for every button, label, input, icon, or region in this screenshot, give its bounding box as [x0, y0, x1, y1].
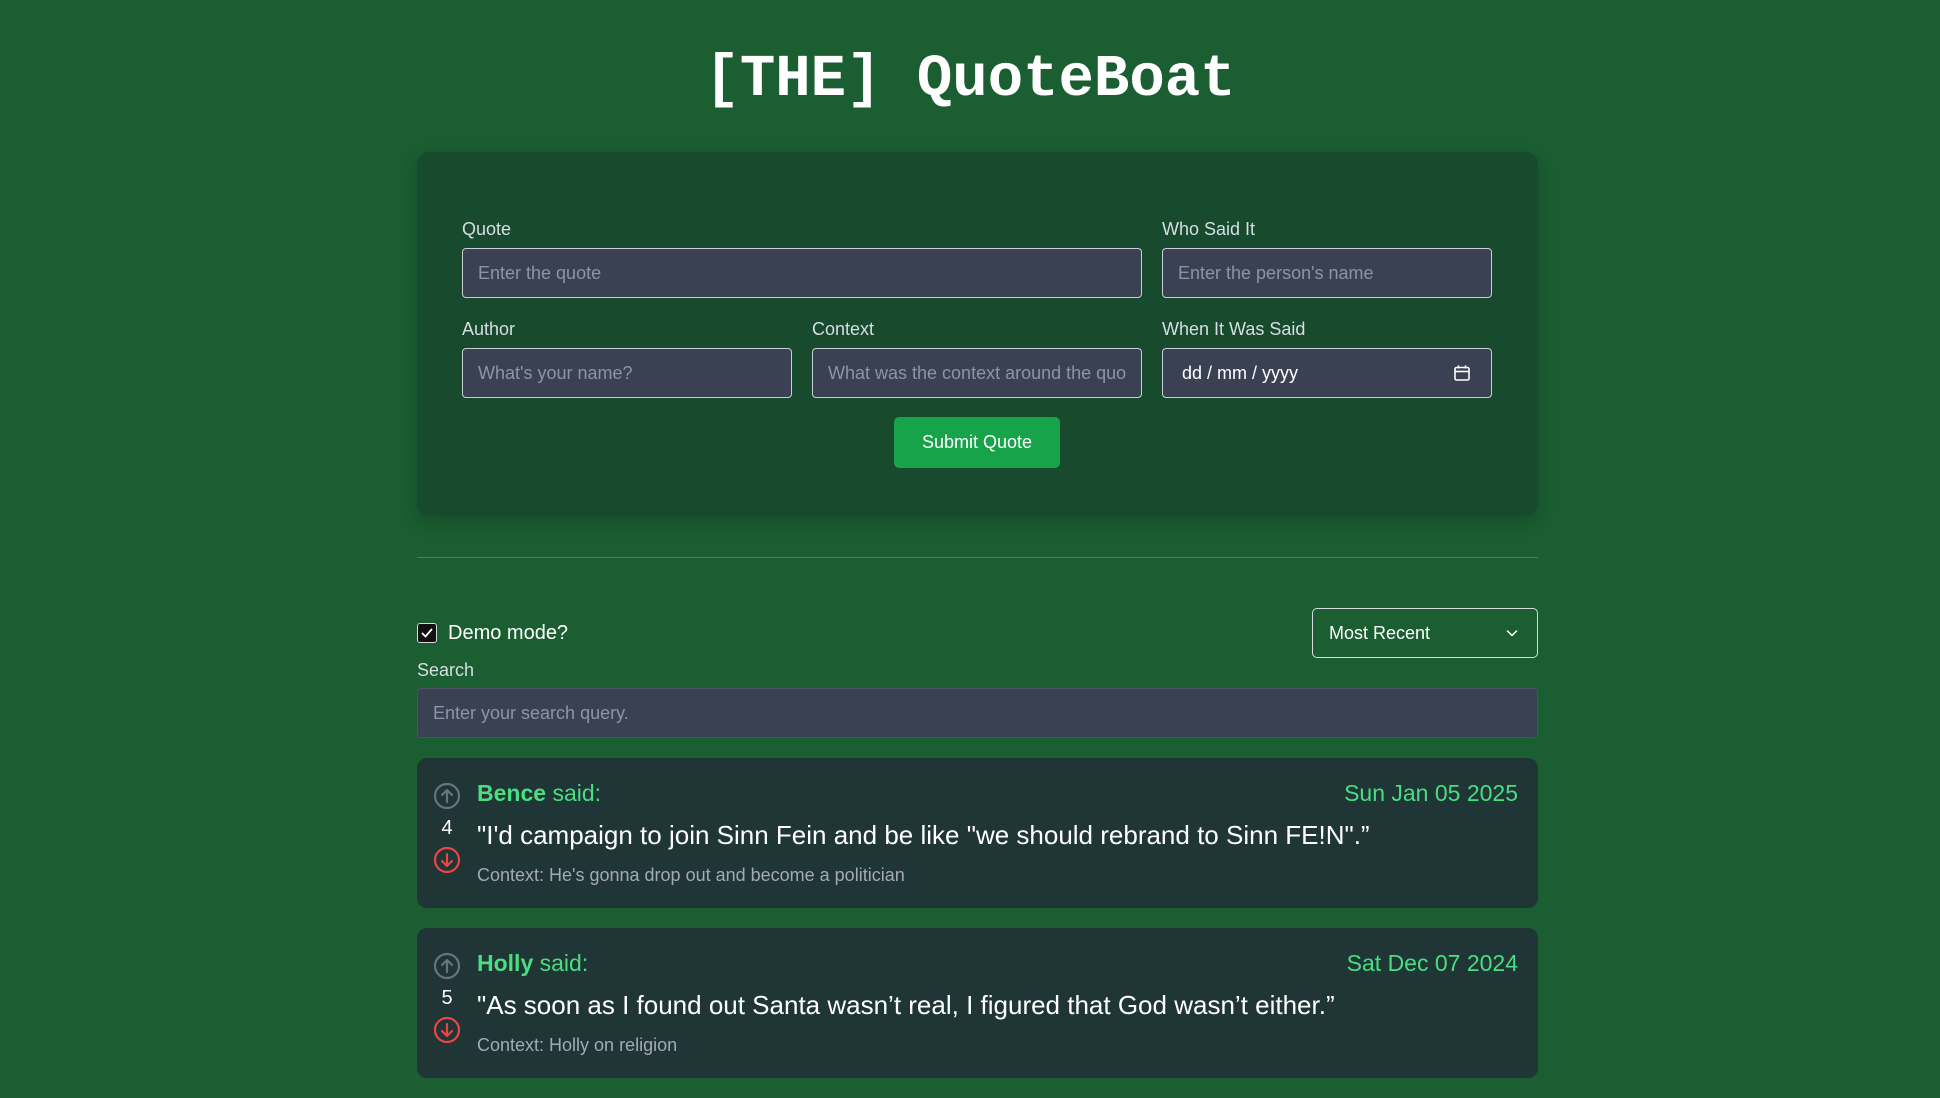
quote-context: Context: He's gonna drop out and become … [477, 865, 905, 885]
said-label: said: [552, 780, 602, 806]
search-label: Search [417, 660, 475, 680]
date-input[interactable]: dd / mm / yyyy [1162, 348, 1492, 398]
demo-mode-checkbox[interactable] [417, 623, 437, 643]
quote-label: Quote [462, 219, 512, 239]
sort-select[interactable]: Most Recent [1312, 608, 1538, 658]
quote-speaker: Bence [477, 780, 547, 806]
checkmark-icon [421, 628, 433, 638]
downvote-arrow-icon[interactable] [433, 846, 461, 874]
quote-context: Context: Holly on religion [477, 1035, 678, 1055]
date-display: dd / mm / yyyy [1182, 362, 1299, 383]
quote-speaker: Holly [477, 950, 534, 976]
date-field: When It Was Said dd / mm / yyyy [1162, 318, 1492, 398]
said-label: said: [539, 950, 589, 976]
search-input[interactable] [417, 688, 1538, 738]
quote-date: Sun Jan 05 2025 [1344, 780, 1518, 806]
quote-input[interactable] [462, 248, 1142, 298]
demo-mode-toggle[interactable]: Demo mode? [417, 620, 568, 646]
quote-text: "I'd campaign to join Sinn Fein and be l… [477, 820, 1370, 850]
calendar-icon[interactable] [1453, 364, 1471, 382]
quote-card: 5 Holly said: Sat Dec 07 2024 "As soon a… [417, 928, 1538, 1078]
quote-date: Sat Dec 07 2024 [1346, 950, 1518, 976]
demo-mode-label: Demo mode? [448, 621, 569, 644]
page-title: [THE] QuoteBoat [704, 46, 1236, 113]
who-said-field: Who Said It [1162, 218, 1492, 298]
context-label: Context [812, 319, 875, 339]
sort-selected-value: Most Recent [1329, 622, 1431, 643]
upvote-arrow-icon[interactable] [433, 782, 461, 810]
author-label: Author [462, 319, 516, 339]
submit-quote-button[interactable]: Submit Quote [894, 417, 1060, 468]
vote-controls: 4 [432, 782, 462, 894]
context-field: Context [812, 318, 1142, 398]
author-input[interactable] [462, 348, 792, 398]
who-said-input[interactable] [1162, 248, 1492, 298]
section-divider [417, 557, 1538, 558]
vote-count: 4 [441, 817, 453, 839]
context-input[interactable] [812, 348, 1142, 398]
quote-attribution: Holly said: [477, 950, 588, 977]
date-label: When It Was Said [1162, 319, 1306, 339]
quote-attribution: Bence said: [477, 780, 601, 807]
quote-text: "As soon as I found out Santa wasn’t rea… [477, 990, 1335, 1020]
vote-count: 5 [441, 987, 453, 1009]
quote-form: Quote Who Said It Author Context When It… [417, 152, 1538, 516]
author-field: Author [462, 318, 792, 398]
upvote-arrow-icon[interactable] [433, 952, 461, 980]
quote-card: 4 Bence said: Sun Jan 05 2025 "I'd campa… [417, 758, 1538, 908]
chevron-down-icon [1506, 630, 1518, 637]
downvote-arrow-icon[interactable] [433, 1016, 461, 1044]
who-said-label: Who Said It [1162, 219, 1256, 239]
quote-field: Quote [462, 218, 1142, 298]
vote-controls: 5 [432, 952, 462, 1064]
